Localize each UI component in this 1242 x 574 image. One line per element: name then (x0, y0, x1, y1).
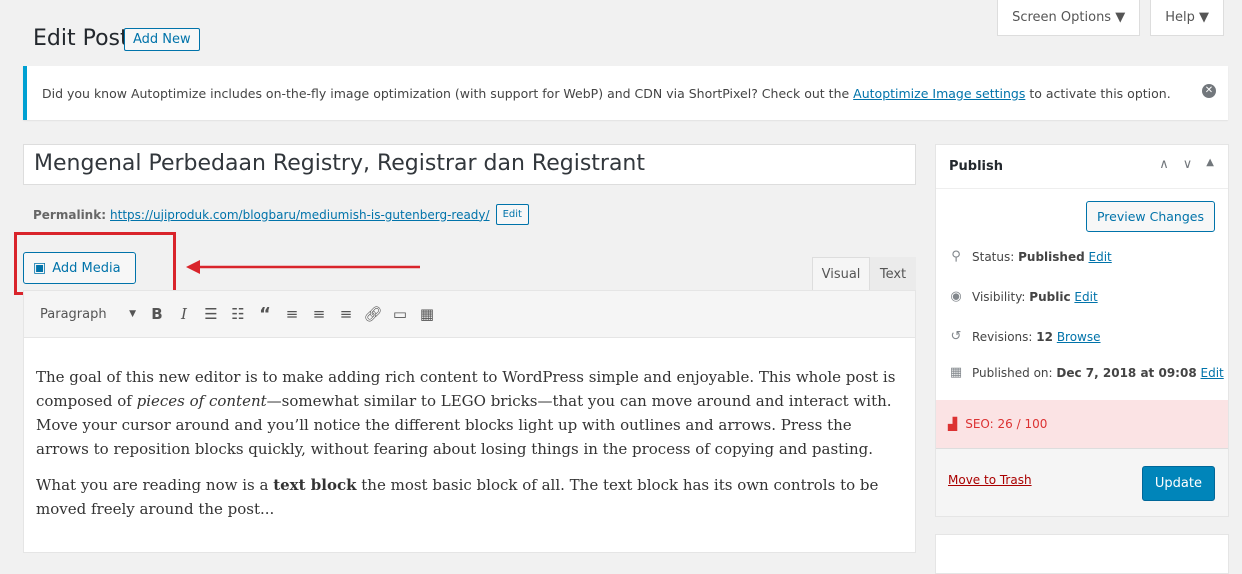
align-center-icon[interactable]: ≡ (306, 300, 332, 328)
italic-icon[interactable]: I (171, 300, 197, 328)
link-icon[interactable]: 🔗︎ (360, 300, 386, 328)
add-new-button[interactable]: Add New (124, 28, 200, 51)
align-right-icon[interactable]: ≡ (333, 300, 359, 328)
chevron-down-icon: ▼ (129, 309, 136, 319)
content-text: What you are reading now is a (36, 476, 274, 494)
collapse-icon[interactable]: ▲ (1206, 157, 1214, 172)
seo-score-row: ▟ SEO: 26 / 100 (936, 400, 1228, 448)
content-paragraph: The goal of this new editor is to make a… (36, 365, 903, 461)
content-strong: text block (273, 476, 357, 494)
published-on-row: ▦ Published on: Dec 7, 2018 at 09:08 Edi… (948, 365, 1224, 380)
editor-content[interactable]: The goal of this new editor is to make a… (23, 338, 916, 553)
publish-actions: Move to Trash Update (936, 448, 1228, 516)
publish-box: Publish ∧ ∨ ▲ Preview Changes ⚲ Status: … (935, 144, 1229, 517)
revisions-icon: ↺ (950, 329, 962, 344)
publish-controls: ∧ ∨ ▲ (1159, 157, 1214, 172)
screen-meta-links: Screen Options ▼ Help ▼ (997, 0, 1224, 36)
autoptimize-notice: Did you know Autoptimize includes on-the… (23, 66, 1228, 120)
visibility-row: ◉ Visibility: Public Edit (948, 289, 1097, 304)
read-more-icon[interactable]: ▭ (387, 300, 413, 328)
help-button[interactable]: Help ▼ (1150, 0, 1224, 36)
align-left-icon[interactable]: ≡ (279, 300, 305, 328)
revisions-browse-link[interactable]: Browse (1057, 330, 1101, 344)
content-paragraph: What you are reading now is a text block… (36, 473, 903, 521)
autoptimize-settings-link[interactable]: Autoptimize Image settings (853, 86, 1025, 101)
bullet-list-icon[interactable]: ☰ (198, 300, 224, 328)
publish-title: Publish (949, 159, 1003, 174)
revisions-value: 12 (1036, 329, 1053, 344)
published-edit-link[interactable]: Edit (1201, 366, 1224, 380)
editor-toolbar: Paragraph ▼ B I ☰ ☷ “ ≡ ≡ ≡ 🔗︎ ▭ ▦ (23, 290, 916, 338)
numbered-list-icon[interactable]: ☷ (225, 300, 251, 328)
page-title: Edit Post (33, 26, 129, 51)
bold-icon[interactable]: B (144, 300, 170, 328)
status-edit-link[interactable]: Edit (1089, 250, 1112, 264)
tab-text[interactable]: Text (870, 257, 916, 291)
add-media-label: Add Media (52, 260, 121, 276)
post-title-input[interactable]: Mengenal Perbedaan Registry, Registrar d… (23, 144, 916, 185)
screen-options-button[interactable]: Screen Options ▼ (997, 0, 1141, 36)
move-up-icon[interactable]: ∧ (1159, 157, 1169, 172)
blockquote-icon[interactable]: “ (252, 300, 278, 328)
add-media-icon: ▣ (33, 260, 47, 276)
update-button[interactable]: Update (1141, 466, 1215, 501)
format-select[interactable]: Paragraph ▼ (32, 299, 144, 329)
format-select-value: Paragraph (40, 306, 107, 322)
permalink-url[interactable]: https://ujiproduk.com/blogbaru/mediumish… (110, 208, 490, 222)
categories-box (935, 534, 1229, 574)
published-value: Dec 7, 2018 at 09:08 (1056, 365, 1197, 380)
move-to-trash-link[interactable]: Move to Trash (948, 473, 1032, 487)
annotation-arrow-icon (186, 260, 420, 274)
visibility-label: Visibility: (972, 289, 1026, 304)
status-value: Published (1018, 249, 1085, 264)
content-emphasis: pieces of content (136, 392, 267, 410)
notice-text: Did you know Autoptimize includes on-the… (42, 86, 1171, 101)
move-down-icon[interactable]: ∨ (1183, 157, 1193, 172)
help-label: Help ▼ (1165, 10, 1209, 25)
permalink-label: Permalink: (33, 207, 107, 222)
permalink-row: Permalink: https://ujiproduk.com/blogbar… (33, 204, 529, 225)
visibility-value: Public (1029, 289, 1071, 304)
published-label: Published on: (972, 365, 1053, 380)
screen-options-label: Screen Options ▼ (1012, 10, 1126, 25)
permalink-edit-button[interactable]: Edit (495, 204, 529, 225)
add-media-button[interactable]: ▣ Add Media (23, 252, 136, 284)
seo-score: SEO: 26 / 100 (965, 417, 1048, 431)
revisions-row: ↺ Revisions: 12 Browse (948, 329, 1101, 344)
dismiss-icon[interactable]: ✕ (1202, 84, 1216, 98)
tab-visual[interactable]: Visual (812, 257, 870, 291)
visibility-edit-link[interactable]: Edit (1074, 290, 1097, 304)
seo-chart-icon: ▟ (948, 417, 958, 431)
revisions-label: Revisions: (972, 329, 1033, 344)
notice-text-before: Did you know Autoptimize includes on-the… (42, 85, 854, 101)
toolbar-toggle-icon[interactable]: ▦ (414, 300, 440, 328)
preview-changes-button[interactable]: Preview Changes (1085, 201, 1215, 232)
notice-text-after: to activate this option. (1025, 85, 1171, 101)
eye-icon: ◉ (950, 289, 962, 304)
status-row: ⚲ Status: Published Edit (948, 249, 1112, 264)
calendar-icon: ▦ (949, 365, 963, 380)
pin-icon: ⚲ (951, 249, 961, 264)
status-label: Status: (972, 249, 1015, 264)
